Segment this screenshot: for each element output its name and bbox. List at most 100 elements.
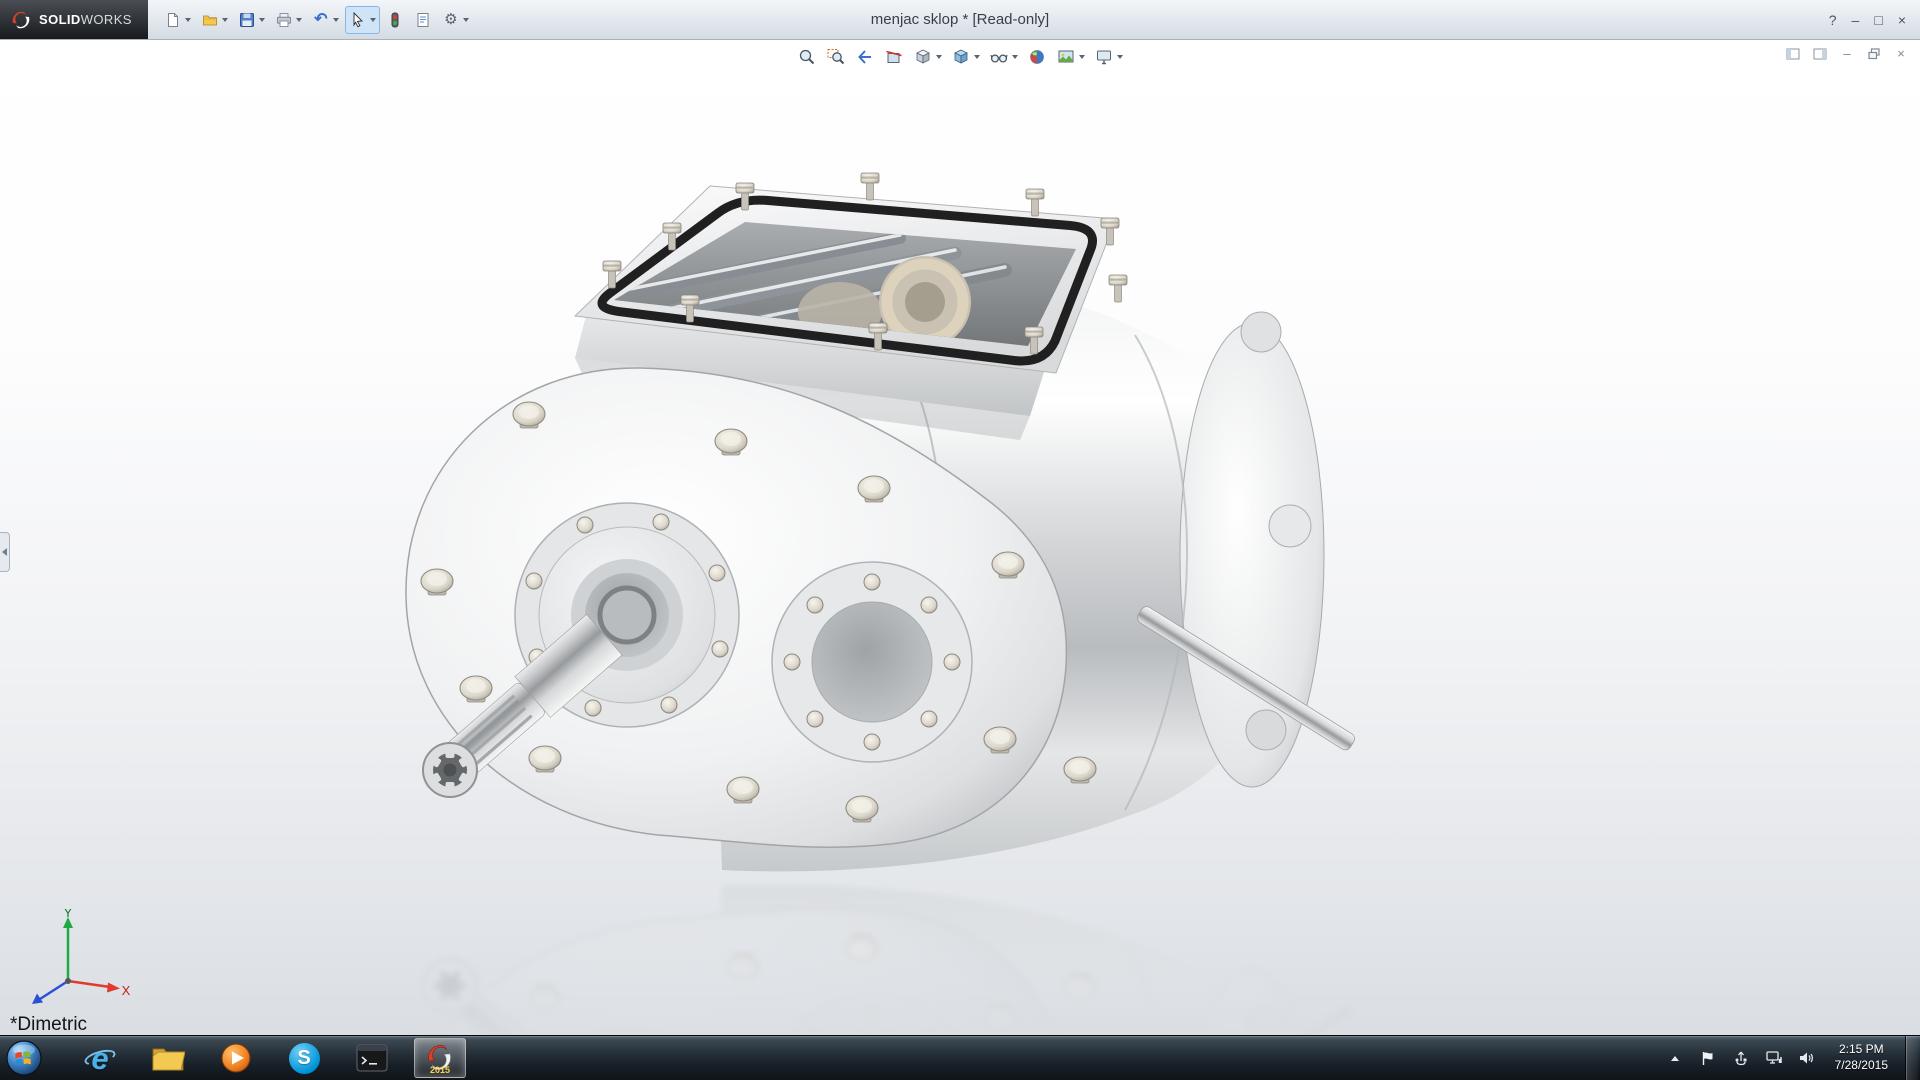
- save-caret[interactable]: [259, 18, 265, 22]
- model-reflection: [406, 885, 1357, 1035]
- new-document-icon: [164, 11, 182, 29]
- display-style-button[interactable]: [948, 44, 983, 70]
- view-orientation-caret[interactable]: [936, 55, 942, 59]
- help-button[interactable]: ?: [1829, 13, 1837, 27]
- svg-text:2015: 2015: [430, 1065, 450, 1075]
- gearbox-model-render: [0, 40, 1920, 1035]
- apply-scene-button[interactable]: [1053, 44, 1088, 70]
- minimize-button[interactable]: –: [1852, 13, 1860, 27]
- gearbox-model: [406, 173, 1357, 871]
- document-minimize-button[interactable]: –: [1838, 46, 1856, 61]
- print-button[interactable]: [271, 6, 306, 34]
- titlebar: SOLIDWORKS: [0, 0, 1920, 40]
- x-axis-arrow: [68, 981, 110, 987]
- zoom-to-fit-button[interactable]: [794, 44, 820, 70]
- view-orientation-button[interactable]: [910, 44, 945, 70]
- options-caret[interactable]: [463, 18, 469, 22]
- network-icon: [1766, 1051, 1782, 1065]
- system-tray: 2:15 PM 7/28/2015: [1664, 1036, 1920, 1080]
- zoom-to-area-icon: [826, 47, 846, 67]
- panel-collapse-handle[interactable]: [0, 532, 10, 572]
- select-icon: [349, 11, 367, 29]
- solidworks-taskbar-icon: 2015: [423, 1041, 457, 1075]
- options-button[interactable]: ⚙: [438, 6, 473, 34]
- edit-appearance-button[interactable]: [1024, 44, 1050, 70]
- select-caret[interactable]: [370, 18, 376, 22]
- taskbar-clock[interactable]: 2:15 PM 7/28/2015: [1835, 1042, 1888, 1073]
- start-icon: [5, 1039, 43, 1077]
- x-axis-label: X: [122, 983, 131, 998]
- start-button[interactable]: [0, 1036, 48, 1080]
- taskbar-item-internet-explorer[interactable]: e: [74, 1038, 126, 1078]
- undo-button[interactable]: ↶: [308, 6, 343, 34]
- rebuild-button[interactable]: [382, 6, 408, 34]
- taskbar-item-command-prompt[interactable]: [346, 1038, 398, 1078]
- view-orientation-label: *Dimetric: [10, 1014, 87, 1035]
- y-axis-label: Y: [64, 909, 73, 920]
- z-axis-arrow: [40, 981, 68, 999]
- open-button[interactable]: [197, 6, 232, 34]
- panel-left-icon[interactable]: [1784, 46, 1802, 61]
- open-icon: [201, 11, 219, 29]
- hide-show-items-icon: [989, 47, 1009, 67]
- undo-caret[interactable]: [333, 18, 339, 22]
- print-icon: [275, 11, 293, 29]
- view-settings-icon: [1094, 47, 1114, 67]
- zoom-to-fit-icon: [797, 47, 817, 67]
- command-prompt-icon: [356, 1044, 388, 1072]
- apply-scene-caret[interactable]: [1079, 55, 1085, 59]
- options-icon: ⚙: [442, 11, 460, 29]
- view-settings-button[interactable]: [1091, 44, 1126, 70]
- skype-icon: S: [289, 1043, 320, 1074]
- taskbar-item-media-player[interactable]: [210, 1038, 262, 1078]
- view-orientation-icon: [913, 47, 933, 67]
- section-view-button[interactable]: [881, 44, 907, 70]
- document-close-button[interactable]: ×: [1892, 46, 1910, 61]
- panel-right-icon[interactable]: [1811, 46, 1829, 61]
- close-button[interactable]: ×: [1898, 13, 1906, 27]
- zoom-to-area-button[interactable]: [823, 44, 849, 70]
- view-settings-caret[interactable]: [1117, 55, 1123, 59]
- taskbar: e S: [0, 1035, 1920, 1080]
- action-center-icon: [1701, 1051, 1715, 1066]
- print-caret[interactable]: [296, 18, 302, 22]
- network-button[interactable]: [1763, 1046, 1785, 1070]
- clock-time: 2:15 PM: [1835, 1042, 1888, 1058]
- window-controls: ? – □ ×: [1829, 13, 1920, 27]
- apply-scene-icon: [1056, 47, 1076, 67]
- main-toolbar: ↶ ⚙: [160, 6, 473, 34]
- maximize-button[interactable]: □: [1874, 13, 1882, 27]
- save-button[interactable]: [234, 6, 269, 34]
- taskbar-item-windows-explorer[interactable]: [142, 1038, 194, 1078]
- solidworks-logo: [10, 9, 32, 31]
- open-caret[interactable]: [222, 18, 228, 22]
- hidden-icons-chevron: [1671, 1056, 1679, 1061]
- taskbar-items: e S: [74, 1036, 466, 1080]
- file-properties-button[interactable]: [410, 6, 436, 34]
- windows-explorer-icon: [151, 1043, 185, 1073]
- hide-show-items-caret[interactable]: [1012, 55, 1018, 59]
- taskbar-item-solidworks[interactable]: 2015: [414, 1038, 466, 1078]
- clock-date: 7/28/2015: [1835, 1058, 1888, 1074]
- display-style-caret[interactable]: [974, 55, 980, 59]
- file-properties-icon: [414, 11, 432, 29]
- model-viewport[interactable]: – × Y X *Dimetric: [0, 40, 1920, 1035]
- select-button[interactable]: [345, 6, 380, 34]
- new-caret[interactable]: [185, 18, 191, 22]
- hidden-icons-button[interactable]: [1664, 1046, 1686, 1070]
- rebuild-icon: [386, 11, 404, 29]
- edit-appearance-icon: [1027, 47, 1047, 67]
- volume-button[interactable]: [1796, 1046, 1818, 1070]
- solidworks-window: SOLIDWORKS: [0, 0, 1920, 1080]
- section-view-icon: [884, 47, 904, 67]
- taskbar-item-skype[interactable]: S: [278, 1038, 330, 1078]
- previous-view-button[interactable]: [852, 44, 878, 70]
- new-document-button[interactable]: [160, 6, 195, 34]
- show-desktop-button[interactable]: [1905, 1036, 1918, 1080]
- action-center-button[interactable]: [1697, 1046, 1719, 1070]
- volume-icon: [1799, 1051, 1814, 1065]
- document-restore-button[interactable]: [1865, 46, 1883, 61]
- device-button[interactable]: [1730, 1046, 1752, 1070]
- hide-show-items-button[interactable]: [986, 44, 1021, 70]
- device-icon: [1734, 1051, 1748, 1066]
